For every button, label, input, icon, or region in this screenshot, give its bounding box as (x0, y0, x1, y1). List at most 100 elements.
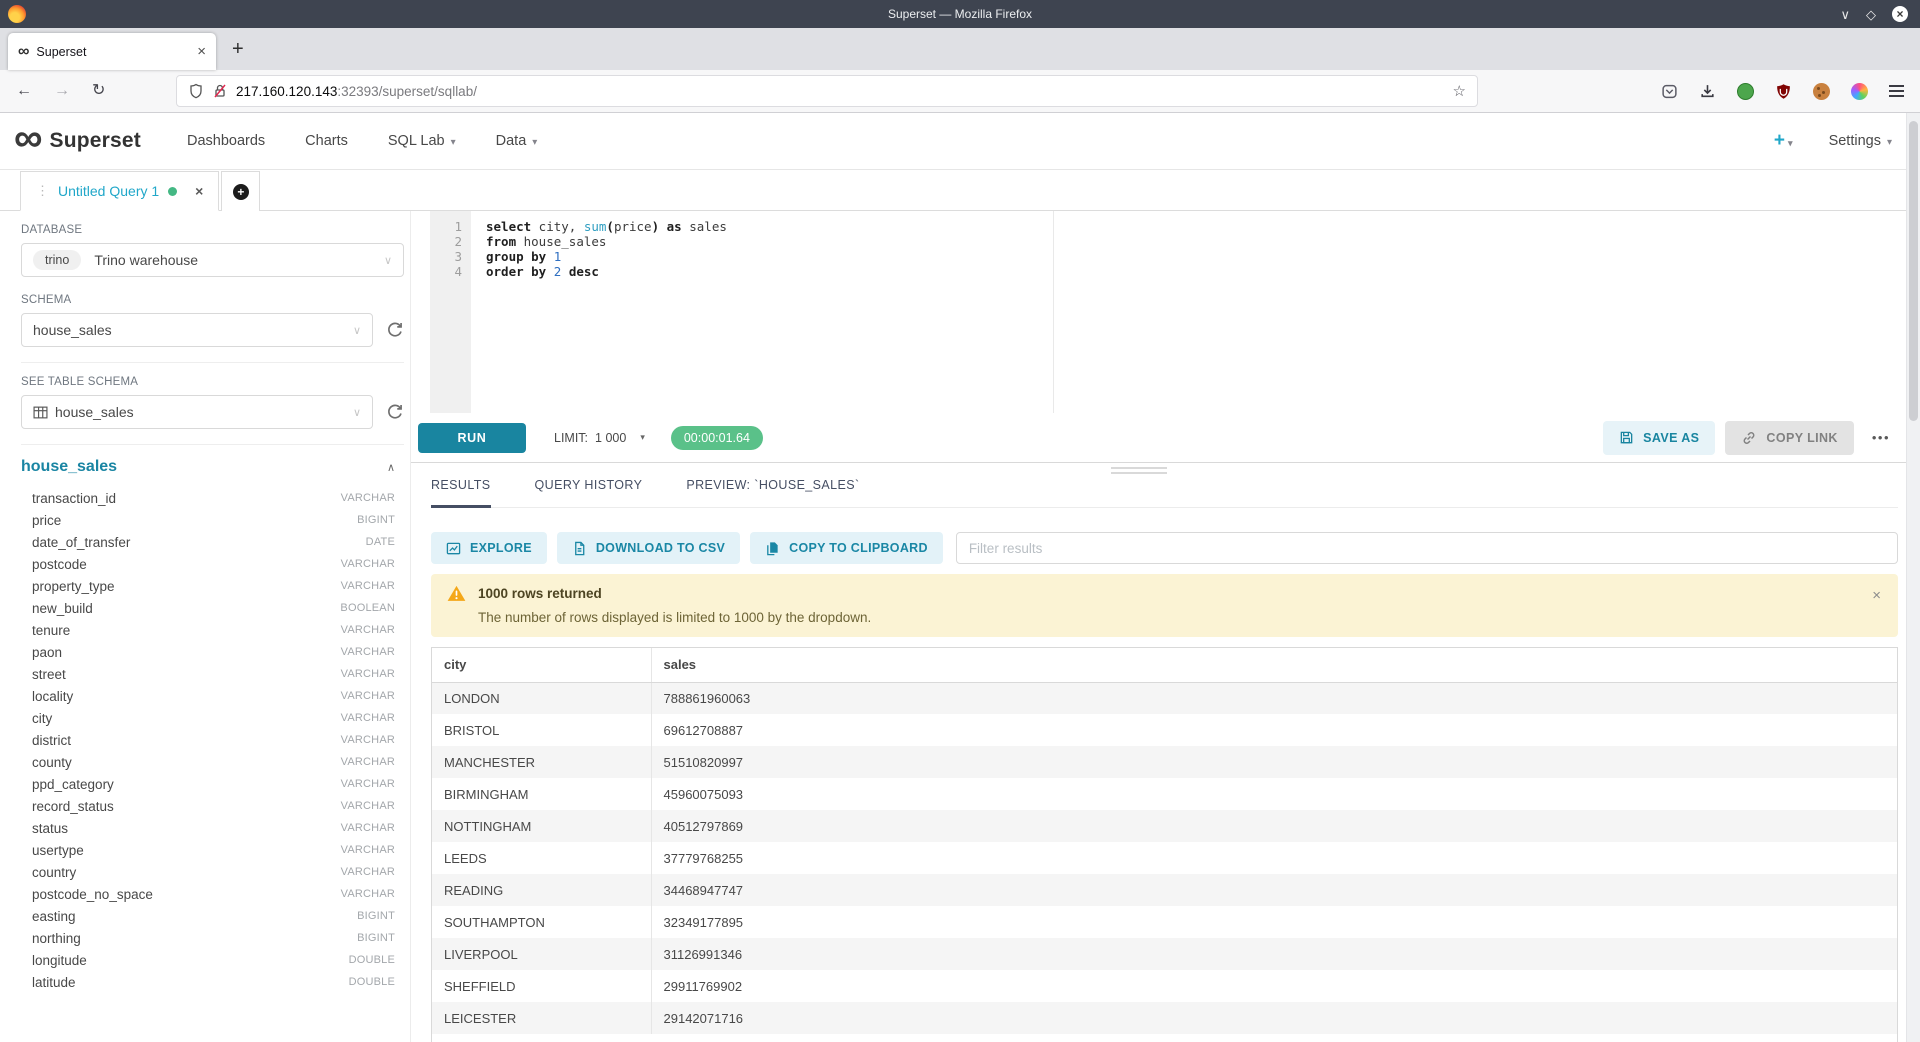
schema-column-row[interactable]: countyVARCHAR (21, 751, 404, 773)
cookie-icon[interactable] (1813, 83, 1830, 100)
results-col-header[interactable]: city (432, 648, 651, 682)
table-row: LIVERPOOL31126991346 (432, 938, 1897, 970)
table-row: LEEDS37779768255 (432, 842, 1897, 874)
nav-data[interactable]: Data▾ (496, 133, 538, 149)
query-tab-close-icon[interactable]: × (195, 183, 203, 199)
schema-column-row[interactable]: date_of_transferDATE (21, 531, 404, 553)
schema-column-row[interactable]: ppd_categoryVARCHAR (21, 773, 404, 795)
schema-column-row[interactable]: latitudeDOUBLE (21, 971, 404, 993)
chevron-down-icon: ∨ (353, 324, 361, 337)
column-type: BOOLEAN (340, 602, 395, 614)
back-button[interactable]: ← (16, 83, 32, 99)
downloads-icon[interactable] (1699, 83, 1716, 100)
refresh-schema-icon[interactable] (386, 321, 404, 339)
alert-close-icon[interactable]: × (1872, 587, 1881, 604)
tab-close-icon[interactable]: × (197, 43, 206, 60)
schema-column-row[interactable]: longitudeDOUBLE (21, 949, 404, 971)
superset-logo-icon: ∞ (14, 122, 43, 154)
schema-column-row[interactable]: tenureVARCHAR (21, 619, 404, 641)
insecure-lock-icon[interactable] (212, 83, 228, 99)
results-col-header[interactable]: sales (651, 648, 1897, 682)
results-pane: RESULTS QUERY HISTORY PREVIEW: `HOUSE_SALE… (411, 478, 1920, 1042)
table-schema-title[interactable]: house_sales (21, 458, 117, 476)
schema-column-row[interactable]: record_statusVARCHAR (21, 795, 404, 817)
nav-dashboards[interactable]: Dashboards (187, 133, 265, 149)
close-button[interactable]: × (1892, 6, 1908, 22)
save-as-button[interactable]: SAVE AS (1603, 421, 1715, 455)
schema-column-row[interactable]: statusVARCHAR (21, 817, 404, 839)
tab-query-history[interactable]: QUERY HISTORY (535, 478, 643, 507)
new-item-button[interactable]: +▾ (1774, 130, 1793, 152)
url-bar[interactable]: 217.160.120.143:32393/superset/sqllab/ ☆ (176, 75, 1478, 107)
new-tab-button[interactable]: + (232, 39, 244, 59)
tab-preview-house-sales[interactable]: PREVIEW: `HOUSE_SALES` (686, 478, 859, 507)
schema-column-row[interactable]: cityVARCHAR (21, 707, 404, 729)
code-line: from house_sales (486, 234, 1920, 249)
copy-icon (765, 541, 780, 556)
minimize-button[interactable]: ∨ (1840, 8, 1850, 21)
chevron-down-icon: ▾ (1887, 137, 1892, 148)
divider (21, 444, 404, 445)
settings-menu[interactable]: Settings▾ (1829, 133, 1892, 149)
download-csv-button[interactable]: DOWNLOAD TO CSV (557, 532, 740, 564)
forward-button[interactable]: → (54, 83, 70, 99)
browser-tab[interactable]: ∞ Superset × (8, 33, 216, 70)
filter-results-input[interactable] (956, 532, 1898, 564)
file-icon (572, 541, 587, 556)
schema-column-row[interactable]: northingBIGINT (21, 927, 404, 949)
bookmark-star-icon[interactable]: ☆ (1453, 82, 1466, 100)
schema-column-row[interactable]: transaction_idVARCHAR (21, 487, 404, 509)
schema-column-row[interactable]: postcodeVARCHAR (21, 553, 404, 575)
column-name: postcode_no_space (32, 887, 153, 902)
schema-column-row[interactable]: postcode_no_spaceVARCHAR (21, 883, 404, 905)
superset-brand[interactable]: ∞ Superset (14, 128, 141, 154)
pane-resize-handle[interactable] (1111, 467, 1167, 477)
table-select[interactable]: house_sales ∨ (21, 395, 373, 429)
page-scrollbar[interactable] (1906, 113, 1920, 1042)
tab-results[interactable]: RESULTS (431, 478, 491, 507)
query-tab[interactable]: ⋮ Untitled Query 1 × (20, 171, 219, 211)
column-name: postcode (32, 557, 87, 572)
collapse-icon[interactable]: ∧ (387, 461, 395, 474)
schema-column-row[interactable]: usertypeVARCHAR (21, 839, 404, 861)
shield-icon[interactable] (188, 83, 204, 99)
explore-button[interactable]: EXPLORE (431, 532, 547, 564)
schema-column-row[interactable]: new_buildBOOLEAN (21, 597, 404, 619)
nav-sql-lab[interactable]: SQL Lab▾ (388, 133, 456, 149)
browser-tabstrip: ∞ Superset × + (0, 28, 1920, 70)
column-type: VARCHAR (341, 734, 395, 746)
schema-column-row[interactable]: eastingBIGINT (21, 905, 404, 927)
column-name: latitude (32, 975, 76, 990)
pocket-icon[interactable] (1661, 83, 1678, 100)
schema-column-row[interactable]: localityVARCHAR (21, 685, 404, 707)
scrollbar-thumb[interactable] (1909, 121, 1918, 421)
schema-column-row[interactable]: countryVARCHAR (21, 861, 404, 883)
ublock-icon[interactable] (1775, 83, 1792, 100)
sql-editor[interactable]: 1234 select city, sum(price) as salesfro… (411, 211, 1920, 413)
schema-select[interactable]: house_sales ∨ (21, 313, 373, 347)
more-options-button[interactable]: ••• (1872, 430, 1890, 445)
copy-link-button[interactable]: COPY LINK (1725, 421, 1853, 455)
limit-dropdown[interactable]: LIMIT: 1 000 ▾ (554, 431, 645, 445)
table-cell: LEICESTER (432, 1002, 651, 1034)
column-name: country (32, 865, 76, 880)
add-query-tab-button[interactable]: + (221, 171, 260, 211)
print-margin-line (1053, 211, 1054, 413)
schema-column-row[interactable]: priceBIGINT (21, 509, 404, 531)
editor-code[interactable]: select city, sum(price) as salesfrom hou… (471, 211, 1920, 413)
refresh-table-icon[interactable] (386, 403, 404, 421)
copy-to-clipboard-button[interactable]: COPY TO CLIPBOARD (750, 532, 943, 564)
schema-column-row[interactable]: property_typeVARCHAR (21, 575, 404, 597)
schema-column-row[interactable]: districtVARCHAR (21, 729, 404, 751)
container-extension-icon[interactable] (1851, 83, 1868, 100)
schema-column-row[interactable]: streetVARCHAR (21, 663, 404, 685)
reload-button[interactable]: ↻ (92, 83, 105, 99)
privacy-badger-icon[interactable] (1737, 83, 1754, 100)
nav-charts[interactable]: Charts (305, 133, 348, 149)
run-button[interactable]: RUN (418, 423, 526, 453)
schema-column-row[interactable]: paonVARCHAR (21, 641, 404, 663)
maximize-button[interactable]: ◇ (1866, 8, 1876, 21)
column-type: VARCHAR (341, 668, 395, 680)
menu-icon[interactable] (1889, 85, 1904, 97)
database-select[interactable]: trino Trino warehouse ∨ (21, 243, 404, 277)
